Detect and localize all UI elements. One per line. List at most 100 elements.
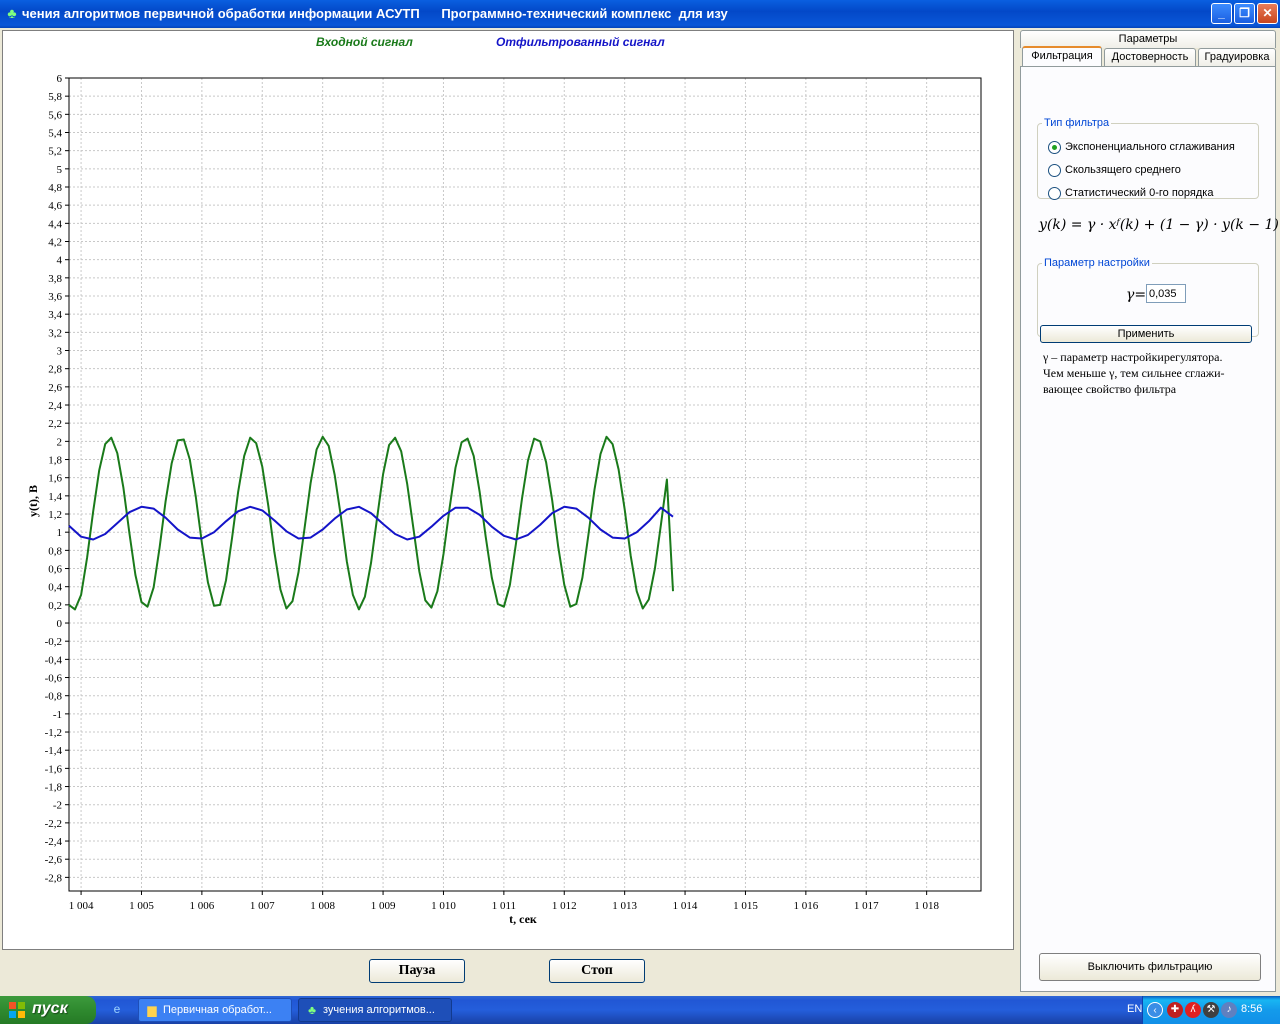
y-tick-label: -1,6 [45, 763, 63, 775]
y-tick-label: -0,8 [45, 691, 63, 703]
y-tick-label: 4,8 [48, 182, 62, 194]
y-tick-label: 2,8 [48, 364, 62, 376]
task-button-active[interactable]: ♣ зучения алгоритмов... [298, 998, 452, 1022]
task-button-primary[interactable]: ▆ Первичная обработ... [138, 998, 292, 1022]
help-text: γ – параметр настройкирегулятора. Чем ме… [1043, 349, 1273, 397]
y-tick-label: 4,2 [48, 237, 62, 249]
help-line: γ – параметр настройкирегулятора. [1043, 350, 1223, 364]
y-tick-label: 4,6 [48, 200, 62, 212]
x-axis-label: t, сек [509, 912, 537, 926]
y-tick-label: -0,6 [45, 673, 63, 685]
stop-button[interactable]: Стоп [549, 959, 645, 983]
legend-filtered-signal: Отфильтрованный сигнал [496, 35, 665, 49]
y-tick-label: 2,2 [48, 418, 62, 430]
bottom-toolbar: Пауза Стоп [0, 952, 1016, 996]
y-tick-label: 6 [57, 73, 63, 85]
y-tick-label: 2 [57, 436, 63, 448]
x-tick-label: 1 015 [733, 900, 758, 912]
x-tick-label: 1 009 [371, 900, 396, 912]
radio-statistical-label: Статистический 0-го порядка [1065, 187, 1214, 199]
app-icon: ♣ [7, 5, 17, 21]
y-tick-label: 3,8 [48, 273, 62, 285]
radio-empty-icon[interactable] [1048, 187, 1061, 200]
y-tick-label: 4,4 [48, 218, 62, 230]
help-line: Чем меньше γ, тем сильнее сглажи- [1043, 366, 1225, 380]
y-tick-label: -1,2 [45, 727, 62, 739]
y-tick-label: -2,2 [45, 818, 62, 830]
client-area: 6 5,8 5,6 5,4 5,2 5 4,8 4,6 4,4 4,2 4 3,8 3,6 3,4 3,2 3… [0, 28, 1280, 996]
disable-filtration-button[interactable]: Выключить фильтрацию [1039, 953, 1261, 981]
help-line: вающее свойство фильтра [1043, 382, 1177, 396]
start-button[interactable]: пуск [0, 996, 96, 1024]
y-tick-label: 5,4 [48, 128, 62, 140]
y-tick-label: 5,2 [48, 146, 62, 158]
y-tick-label: 3,2 [48, 327, 62, 339]
pause-button[interactable]: Пауза [369, 959, 465, 983]
y-tick-label: -2 [53, 800, 62, 812]
apply-button[interactable]: Применить [1040, 325, 1252, 343]
x-tick-label: 1 008 [310, 900, 335, 912]
close-button[interactable]: ✕ [1257, 3, 1278, 24]
title-bar[interactable]: ♣ чения алгоритмов первичной обработки и… [0, 0, 1280, 28]
gamma-input[interactable] [1146, 284, 1186, 303]
x-tick-label: 1 012 [552, 900, 577, 912]
y-tick-label: 3,4 [48, 309, 62, 321]
antivirus-icon[interactable]: ʎ [1185, 1002, 1201, 1018]
radio-selected-icon[interactable] [1048, 141, 1061, 154]
x-tick-label: 1 018 [914, 900, 939, 912]
x-tick-label: 1 013 [612, 900, 637, 912]
app-icon: ♣ [308, 1003, 316, 1017]
y-tick-label: 2,6 [48, 382, 62, 394]
y-tick-label: -0,4 [45, 654, 63, 666]
radio-moving-average-label: Скользящего среднего [1065, 164, 1181, 176]
speaker-icon[interactable]: ♪ [1221, 1002, 1237, 1018]
y-tick-label: -2,6 [45, 854, 63, 866]
y-tick-label: 5,6 [48, 109, 62, 121]
tab-filtration[interactable]: Фильтрация [1022, 46, 1102, 66]
y-tick-label: 3 [57, 346, 63, 358]
tool-icon[interactable]: ⚒ [1203, 1002, 1219, 1018]
clock: 8:56 [1241, 1003, 1263, 1015]
legend-input-signal: Входной сигнал [316, 35, 413, 49]
system-tray: EN ‹ ✚ ʎ ⚒ ♪ 8:56 [1127, 996, 1280, 1024]
x-tick-label: 1 006 [189, 900, 214, 912]
task-label: Первичная обработ... [163, 1004, 272, 1016]
y-tick-label: 1,6 [48, 473, 62, 485]
tab-reliability[interactable]: Достоверность [1104, 48, 1196, 66]
settings-panel: Параметры Тип фильтра Экспоненциального … [1016, 28, 1280, 996]
y-tick-label: 5,8 [48, 91, 62, 103]
y-tick-label: -2,4 [45, 836, 63, 848]
series-filtered-signal-line [68, 505, 674, 541]
x-tick-label: 1 010 [431, 900, 456, 912]
y-tick-label: 5 [57, 164, 63, 176]
windows-logo-icon [9, 1002, 25, 1018]
y-tick-label: 0,4 [48, 582, 62, 594]
task-label: зучения алгоритмов... [323, 1004, 435, 1016]
filter-type-group: Тип фильтра Экспоненциального сглаживани… [1037, 117, 1259, 200]
internet-explorer-icon: e [113, 1002, 121, 1016]
radio-empty-icon[interactable] [1048, 164, 1061, 177]
folder-icon: ▆ [147, 1003, 157, 1017]
tab-page-filtration: Тип фильтра Экспоненциального сглаживани… [1020, 66, 1279, 992]
chevron-left-icon[interactable]: ‹ [1147, 1002, 1163, 1018]
x-tick-label: 1 016 [793, 900, 818, 912]
language-indicator[interactable]: EN [1127, 1003, 1142, 1015]
y-tick-label: 1,2 [48, 509, 62, 521]
gamma-label: γ= [1126, 287, 1147, 303]
quicklaunch-ie[interactable]: e [102, 998, 132, 1022]
y-tick-label: 2,4 [48, 400, 62, 412]
y-tick-label: 0,8 [48, 545, 62, 557]
shield-icon[interactable]: ✚ [1167, 1002, 1183, 1018]
filter-formula: y(k) = γ · xᶠ(k) + (1 − γ) · y(k − 1) [1039, 217, 1279, 233]
y-tick-label: 0,6 [48, 564, 62, 576]
tab-calibration[interactable]: Градуировка [1198, 48, 1276, 66]
chart: 6 5,8 5,6 5,4 5,2 5 4,8 4,6 4,4 4,2 4 3,8 3,6 3,4 3,2 3… [26, 35, 982, 926]
parameter-group: Параметр настройки γ= Применить [1037, 257, 1259, 343]
x-tick-label: 1 017 [854, 900, 879, 912]
start-label: пуск [32, 1000, 68, 1017]
minimize-button[interactable]: _ [1211, 3, 1232, 24]
radio-exponential-label: Экспоненциального сглаживания [1065, 141, 1235, 153]
restore-button[interactable]: ❐ [1234, 3, 1255, 24]
parameter-legend: Параметр настройки [1044, 257, 1150, 269]
y-tick-label: 1,8 [48, 455, 62, 467]
